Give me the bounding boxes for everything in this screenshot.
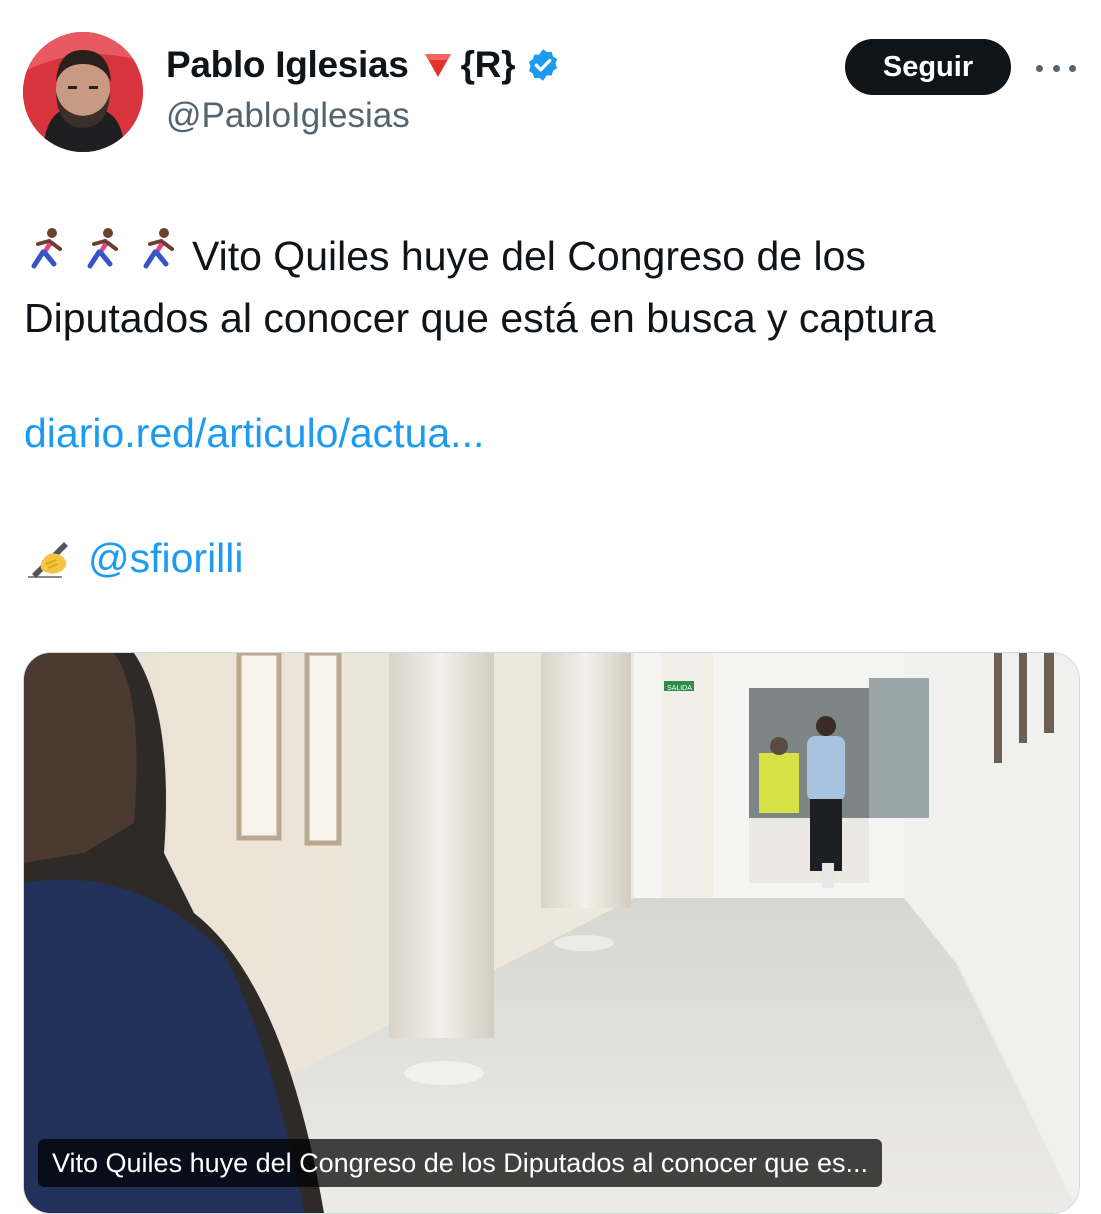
author-flair: {R} <box>460 44 516 85</box>
tweet-text: Vito Quiles huye del Congreso de los Dip… <box>24 225 1084 349</box>
credit-line: @sfiorilli <box>24 535 244 582</box>
tweet-line-2: Diputados al conocer que está en busca y… <box>24 295 936 341</box>
running-emoji-group <box>24 226 192 270</box>
exit-sign-text: SALIDA <box>667 685 692 692</box>
more-horizontal-icon[interactable] <box>1036 58 1076 78</box>
mention-link[interactable]: @sfiorilli <box>88 535 244 582</box>
display-name-row[interactable]: Pablo Iglesias {R} <box>166 44 561 86</box>
avatar[interactable] <box>23 32 143 152</box>
running-person-icon <box>87 228 118 269</box>
follow-button[interactable]: Seguir <box>845 39 1011 95</box>
tweet-line-1: Vito Quiles huye del Congreso de los <box>192 233 866 279</box>
author-handle[interactable]: @PabloIglesias <box>166 96 410 136</box>
tweet-header: Pablo Iglesias {R} @PabloIglesias Seguir <box>0 0 1101 170</box>
verified-badge-icon <box>525 47 561 83</box>
corridor-photo: SALIDA <box>24 653 1079 1213</box>
red-triangle-icon <box>423 51 453 79</box>
author-name[interactable]: Pablo Iglesias <box>166 44 409 86</box>
running-person-icon <box>31 228 62 269</box>
media-caption: Vito Quiles huye del Congreso de los Dip… <box>38 1139 882 1187</box>
writing-hand-icon <box>28 541 68 578</box>
media-card[interactable]: SALIDA Vito Quiles huye del Congreso de … <box>23 652 1080 1214</box>
running-person-icon <box>143 228 174 269</box>
article-link[interactable]: diario.red/articulo/actua... <box>24 410 484 457</box>
